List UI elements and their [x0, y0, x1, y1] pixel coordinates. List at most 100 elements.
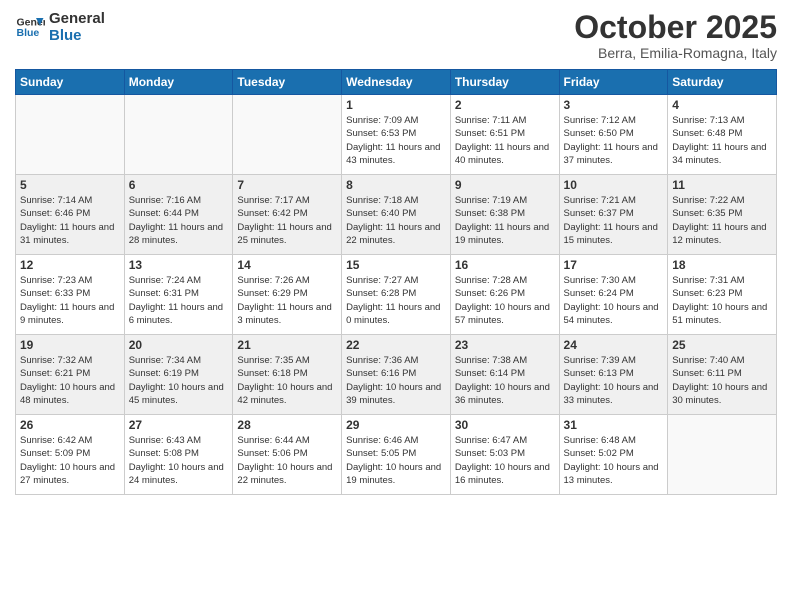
day-info: Sunrise: 6:47 AM Sunset: 5:03 PM Dayligh…	[455, 434, 555, 487]
day-number: 9	[455, 178, 555, 192]
day-info: Sunrise: 6:43 AM Sunset: 5:08 PM Dayligh…	[129, 434, 229, 487]
day-number: 10	[564, 178, 664, 192]
day-info: Sunrise: 7:36 AM Sunset: 6:16 PM Dayligh…	[346, 354, 446, 407]
day-info: Sunrise: 7:17 AM Sunset: 6:42 PM Dayligh…	[237, 194, 337, 247]
col-tuesday: Tuesday	[233, 70, 342, 95]
table-row: 15Sunrise: 7:27 AM Sunset: 6:28 PM Dayli…	[342, 255, 451, 335]
day-number: 31	[564, 418, 664, 432]
day-info: Sunrise: 6:46 AM Sunset: 5:05 PM Dayligh…	[346, 434, 446, 487]
day-number: 29	[346, 418, 446, 432]
day-info: Sunrise: 7:11 AM Sunset: 6:51 PM Dayligh…	[455, 114, 555, 167]
table-row: 4Sunrise: 7:13 AM Sunset: 6:48 PM Daylig…	[668, 95, 777, 175]
day-info: Sunrise: 7:22 AM Sunset: 6:35 PM Dayligh…	[672, 194, 772, 247]
table-row: 30 Sunrise: 6:47 AM Sunset: 5:03 PM Dayli…	[450, 415, 559, 495]
subtitle: Berra, Emilia-Romagna, Italy	[574, 45, 777, 61]
day-number: 8	[346, 178, 446, 192]
table-row: 21 Sunrise: 7:35 AM Sunset: 6:18 PM Dayli…	[233, 335, 342, 415]
day-number: 5	[20, 178, 120, 192]
day-info: Sunrise: 7:23 AM Sunset: 6:33 PM Dayligh…	[20, 274, 120, 327]
day-info: Sunrise: 7:30 AM Sunset: 6:24 PM Dayligh…	[564, 274, 664, 327]
table-row	[124, 95, 233, 175]
col-sunday: Sunday	[16, 70, 125, 95]
day-info: Sunrise: 7:28 AM Sunset: 6:26 PM Dayligh…	[455, 274, 555, 327]
table-row: 20Sunrise: 7:34 AM Sunset: 6:19 PM Dayli…	[124, 335, 233, 415]
day-info: Sunrise: 7:32 AM Sunset: 6:21 PM Dayligh…	[20, 354, 120, 407]
table-row: 1 Sunrise: 7:09 AM Sunset: 6:53 PM Daylig…	[342, 95, 451, 175]
day-number: 3	[564, 98, 664, 112]
day-info: Sunrise: 6:42 AM Sunset: 5:09 PM Dayligh…	[20, 434, 120, 487]
svg-text:Blue: Blue	[17, 27, 40, 39]
table-row: 2 Sunrise: 7:11 AM Sunset: 6:51 PM Daylig…	[450, 95, 559, 175]
calendar: Sunday Monday Tuesday Wednesday Thursday…	[15, 69, 777, 495]
table-row: 18Sunrise: 7:31 AM Sunset: 6:23 PM Dayli…	[668, 255, 777, 335]
table-row	[16, 95, 125, 175]
col-wednesday: Wednesday	[342, 70, 451, 95]
day-number: 17	[564, 258, 664, 272]
day-info: Sunrise: 7:19 AM Sunset: 6:38 PM Dayligh…	[455, 194, 555, 247]
day-info: Sunrise: 6:48 AM Sunset: 5:02 PM Dayligh…	[564, 434, 664, 487]
day-info: Sunrise: 7:18 AM Sunset: 6:40 PM Dayligh…	[346, 194, 446, 247]
day-info: Sunrise: 7:09 AM Sunset: 6:53 PM Dayligh…	[346, 114, 446, 167]
calendar-week-row: 12Sunrise: 7:23 AM Sunset: 6:33 PM Dayli…	[16, 255, 777, 335]
calendar-week-row: 1 Sunrise: 7:09 AM Sunset: 6:53 PM Daylig…	[16, 95, 777, 175]
day-info: Sunrise: 7:35 AM Sunset: 6:18 PM Dayligh…	[237, 354, 337, 407]
table-row: 27 Sunrise: 6:43 AM Sunset: 5:08 PM Dayli…	[124, 415, 233, 495]
day-number: 1	[346, 98, 446, 112]
day-info: Sunrise: 7:38 AM Sunset: 6:14 PM Dayligh…	[455, 354, 555, 407]
day-number: 14	[237, 258, 337, 272]
day-info: Sunrise: 7:24 AM Sunset: 6:31 PM Dayligh…	[129, 274, 229, 327]
day-info: Sunrise: 7:34 AM Sunset: 6:19 PM Dayligh…	[129, 354, 229, 407]
table-row	[233, 95, 342, 175]
header: General Blue General Blue October 2025 B…	[15, 10, 777, 61]
table-row: 13 Sunrise: 7:24 AM Sunset: 6:31 PM Dayli…	[124, 255, 233, 335]
table-row: 7Sunrise: 7:17 AM Sunset: 6:42 PM Daylig…	[233, 175, 342, 255]
day-number: 25	[672, 338, 772, 352]
day-info: Sunrise: 7:26 AM Sunset: 6:29 PM Dayligh…	[237, 274, 337, 327]
table-row: 14 Sunrise: 7:26 AM Sunset: 6:29 PM Dayli…	[233, 255, 342, 335]
title-block: October 2025 Berra, Emilia-Romagna, Ital…	[574, 10, 777, 61]
table-row: 26 Sunrise: 6:42 AM Sunset: 5:09 PM Dayli…	[16, 415, 125, 495]
logo-icon: General Blue	[15, 12, 45, 42]
day-number: 13	[129, 258, 229, 272]
table-row: 12Sunrise: 7:23 AM Sunset: 6:33 PM Dayli…	[16, 255, 125, 335]
day-number: 21	[237, 338, 337, 352]
logo-line1: General	[49, 10, 105, 27]
table-row	[668, 415, 777, 495]
day-number: 4	[672, 98, 772, 112]
table-row: 22Sunrise: 7:36 AM Sunset: 6:16 PM Dayli…	[342, 335, 451, 415]
table-row: 10 Sunrise: 7:21 AM Sunset: 6:37 PM Dayli…	[559, 175, 668, 255]
day-number: 28	[237, 418, 337, 432]
table-row: 17 Sunrise: 7:30 AM Sunset: 6:24 PM Dayli…	[559, 255, 668, 335]
day-number: 27	[129, 418, 229, 432]
table-row: 29 Sunrise: 6:46 AM Sunset: 5:05 PM Dayli…	[342, 415, 451, 495]
day-number: 18	[672, 258, 772, 272]
month-title: October 2025	[574, 10, 777, 45]
day-number: 26	[20, 418, 120, 432]
col-thursday: Thursday	[450, 70, 559, 95]
col-saturday: Saturday	[668, 70, 777, 95]
day-info: Sunrise: 7:14 AM Sunset: 6:46 PM Dayligh…	[20, 194, 120, 247]
day-number: 19	[20, 338, 120, 352]
col-monday: Monday	[124, 70, 233, 95]
table-row: 6Sunrise: 7:16 AM Sunset: 6:44 PM Daylig…	[124, 175, 233, 255]
day-info: Sunrise: 7:21 AM Sunset: 6:37 PM Dayligh…	[564, 194, 664, 247]
day-number: 23	[455, 338, 555, 352]
table-row: 23 Sunrise: 7:38 AM Sunset: 6:14 PM Dayli…	[450, 335, 559, 415]
col-friday: Friday	[559, 70, 668, 95]
page-container: General Blue General Blue October 2025 B…	[0, 0, 792, 505]
calendar-week-row: 26 Sunrise: 6:42 AM Sunset: 5:09 PM Dayli…	[16, 415, 777, 495]
table-row: 28Sunrise: 6:44 AM Sunset: 5:06 PM Dayli…	[233, 415, 342, 495]
table-row: 25Sunrise: 7:40 AM Sunset: 6:11 PM Dayli…	[668, 335, 777, 415]
day-number: 2	[455, 98, 555, 112]
calendar-week-row: 19 Sunrise: 7:32 AM Sunset: 6:21 PM Dayli…	[16, 335, 777, 415]
table-row: 19 Sunrise: 7:32 AM Sunset: 6:21 PM Dayli…	[16, 335, 125, 415]
day-number: 15	[346, 258, 446, 272]
table-row: 31 Sunrise: 6:48 AM Sunset: 5:02 PM Dayli…	[559, 415, 668, 495]
calendar-week-row: 5 Sunrise: 7:14 AM Sunset: 6:46 PM Daylig…	[16, 175, 777, 255]
calendar-header-row: Sunday Monday Tuesday Wednesday Thursday…	[16, 70, 777, 95]
day-number: 11	[672, 178, 772, 192]
day-number: 16	[455, 258, 555, 272]
day-number: 30	[455, 418, 555, 432]
table-row: 9 Sunrise: 7:19 AM Sunset: 6:38 PM Daylig…	[450, 175, 559, 255]
logo: General Blue General Blue	[15, 10, 105, 44]
